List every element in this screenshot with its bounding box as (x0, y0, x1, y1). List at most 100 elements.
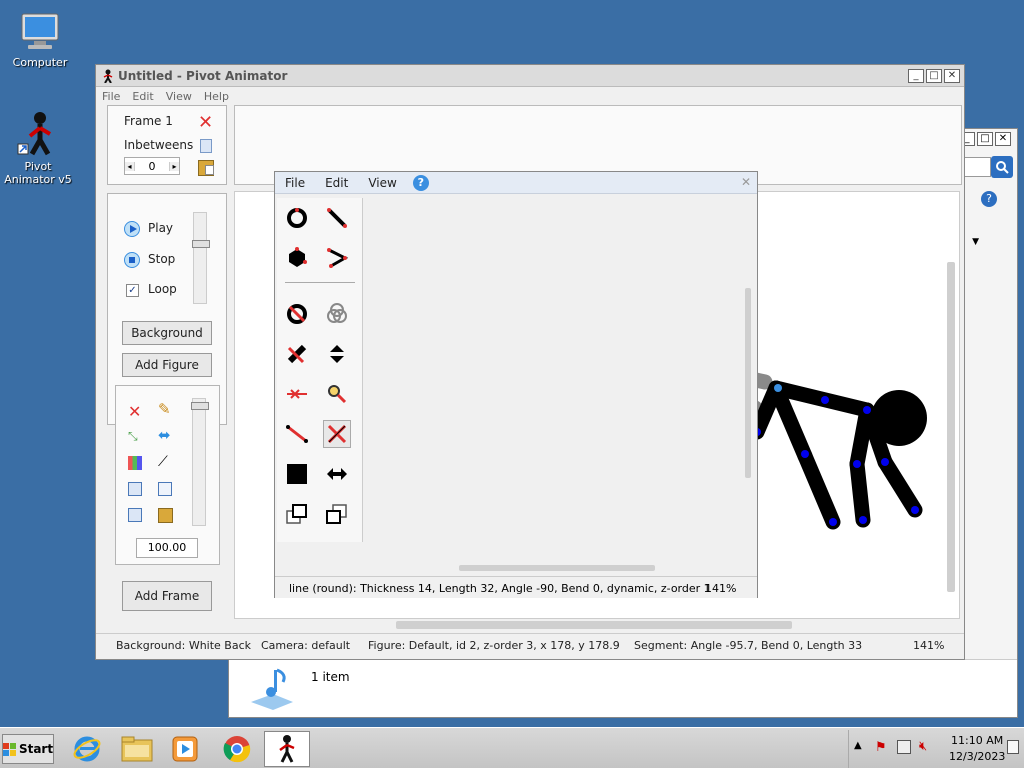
color-square-icon[interactable] (283, 460, 311, 488)
layer-icon[interactable] (158, 482, 172, 496)
flip-arrow-icon[interactable]: ⬌ (158, 426, 171, 444)
chrome-icon (223, 736, 251, 763)
volume-muted-icon[interactable]: 🔇︎ (919, 739, 927, 754)
inbetweens-stepper[interactable]: ◂ 0 ▸ (124, 157, 180, 175)
taskbar-ie-button[interactable] (64, 731, 110, 767)
help-icon[interactable]: ? (412, 174, 429, 191)
status-camera: Camera: default (261, 639, 351, 652)
delete-segment-icon[interactable] (323, 420, 351, 448)
explorer-search-box[interactable] (963, 157, 991, 177)
audio-file-icon (251, 668, 293, 710)
editor-menu-file[interactable]: File (285, 176, 305, 190)
add-frame-button[interactable]: Add Frame (122, 581, 212, 611)
taskbar-media-player-button[interactable] (162, 731, 208, 767)
main-titlebar[interactable]: Untitled - Pivot Animator _ □ ✕ (96, 65, 964, 87)
stepper-right-icon[interactable]: ▸ (169, 161, 179, 171)
main-menubar: File Edit View Help (96, 87, 964, 105)
shrink-icon[interactable]: ⤡ (128, 429, 138, 444)
status-segment: Segment: Angle -95.7, Bend 0, Length 33 (634, 639, 863, 652)
background-button[interactable]: Background (122, 321, 212, 345)
menu-view[interactable]: View (166, 90, 192, 103)
desktop-icon-pivot[interactable]: Pivot Animator v5 (0, 110, 78, 186)
play-button[interactable]: Play (148, 221, 173, 235)
scale-slider-handle[interactable] (191, 402, 209, 410)
menu-edit[interactable]: Edit (132, 90, 153, 103)
minimize-button[interactable]: _ (908, 68, 924, 83)
join-segments-icon[interactable] (323, 300, 351, 328)
editor-menu-view[interactable]: View (368, 176, 396, 190)
editor-menu-edit[interactable]: Edit (325, 176, 348, 190)
computer-icon (21, 13, 59, 49)
maximize-button[interactable]: □ (926, 68, 942, 83)
delete-joint-icon[interactable] (283, 380, 311, 408)
editor-tool-palette (277, 198, 363, 542)
copy-figure-icon[interactable] (128, 508, 142, 522)
canvas-vertical-scrollbar[interactable] (947, 262, 955, 592)
help-icon[interactable]: ? (981, 191, 997, 207)
search-joint-icon[interactable] (323, 380, 351, 408)
black-figure-right-head (871, 390, 927, 446)
scale-input[interactable]: 100.00 (136, 538, 198, 558)
speed-slider-handle[interactable] (192, 240, 210, 248)
menu-help[interactable]: Help (204, 90, 229, 103)
network-icon[interactable] (897, 740, 911, 754)
editor-close-icon[interactable]: ✕ (741, 175, 751, 189)
stepper-left-icon[interactable]: ◂ (125, 161, 135, 171)
taskbar-pivot-button[interactable] (264, 731, 310, 767)
delete-frame-icon[interactable]: ✕ (198, 114, 213, 132)
main-window-title: Untitled - Pivot Animator (118, 68, 288, 83)
color-palette-icon[interactable] (128, 456, 142, 470)
static-segment-icon[interactable] (283, 340, 311, 368)
editor-vertical-scrollbar[interactable] (745, 288, 751, 478)
add-polygon-icon[interactable] (283, 244, 311, 272)
explorer-maximize-button[interactable]: □ (977, 132, 993, 146)
close-button[interactable]: ✕ (944, 68, 960, 83)
scale-slider-track[interactable] (192, 398, 206, 526)
eyedropper-icon[interactable]: ⟋ (158, 454, 168, 470)
loop-checkbox[interactable]: ✓ (126, 284, 139, 297)
move-up-down-icon[interactable] (323, 340, 351, 368)
stop-icon[interactable] (124, 252, 140, 268)
editor-status-zoom: 141% (705, 582, 737, 595)
desktop-icon-label: Pivot Animator v5 (4, 160, 72, 186)
chevron-down-icon[interactable]: ▼ (972, 237, 979, 247)
add-figure-button[interactable]: Add Figure (122, 353, 212, 377)
paste-figure-icon[interactable] (158, 508, 173, 523)
show-desktop-icon[interactable] (1007, 740, 1019, 754)
pencil-icon[interactable]: ✎ (158, 400, 171, 418)
split-segment-icon[interactable] (283, 420, 311, 448)
bring-front-icon[interactable] (283, 500, 311, 528)
explorer-close-button[interactable]: ✕ (995, 132, 1011, 146)
pivot-stickman-icon (17, 112, 52, 156)
clock-date[interactable]: 12/3/2023 (949, 750, 1005, 763)
add-poly-line-icon[interactable] (323, 244, 351, 272)
menu-file[interactable]: File (102, 90, 120, 103)
start-button[interactable]: Start (2, 734, 54, 764)
editor-horizontal-scrollbar[interactable] (459, 565, 655, 571)
search-icon[interactable] (991, 156, 1013, 178)
inbetweens-label: Inbetweens (124, 138, 194, 152)
add-circle-icon[interactable] (283, 204, 311, 232)
desktop-icon-computer[interactable]: Computer (0, 10, 80, 69)
palette-divider (285, 282, 355, 283)
clock-time[interactable]: 11:10 AM (951, 734, 1003, 747)
send-back-icon[interactable] (323, 500, 351, 528)
explorer-titlebar-controls: _ □ ✕ (959, 132, 1013, 146)
duplicate-icon[interactable] (128, 482, 142, 496)
copy-frame-icon[interactable] (200, 139, 212, 153)
toggle-filled-icon[interactable] (283, 300, 311, 328)
speed-slider-track[interactable] (193, 212, 207, 304)
stop-button[interactable]: Stop (148, 252, 175, 266)
paste-frame-icon[interactable] (198, 160, 214, 176)
delete-figure-icon[interactable]: ✕ (128, 402, 141, 421)
scale-horizontal-icon[interactable] (323, 460, 351, 488)
play-icon[interactable] (124, 221, 140, 237)
taskbar-explorer-button[interactable] (114, 731, 160, 767)
frame-label: Frame 1 (124, 114, 173, 128)
action-center-flag-icon[interactable]: ⚑ (875, 740, 887, 755)
system-tray: ▲ ⚑ 🔇︎ 11:10 AM 12/3/2023 (848, 730, 1024, 768)
show-hidden-icons-chevron[interactable]: ▲ (854, 740, 862, 751)
canvas-horizontal-scrollbar[interactable] (396, 621, 792, 629)
taskbar-chrome-button[interactable] (214, 731, 260, 767)
add-line-icon[interactable] (323, 204, 351, 232)
